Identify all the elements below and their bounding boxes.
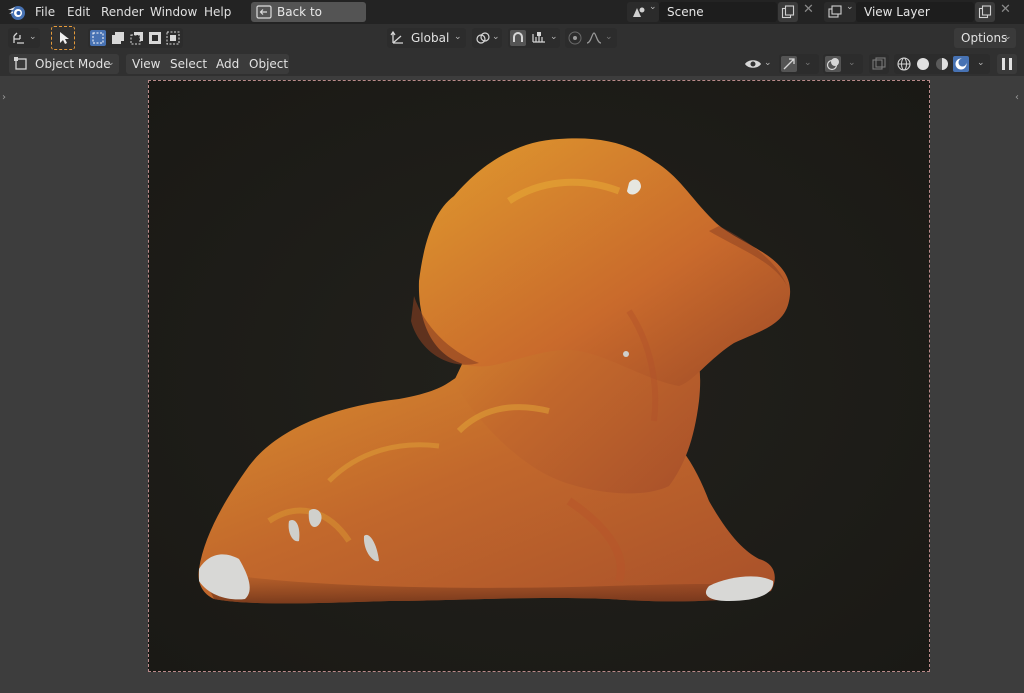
close-x-icon: ✕ [803,2,814,17]
options-label: Options [961,31,1008,45]
editor-type-button[interactable]: ⌄ [8,28,40,48]
menu-render[interactable]: Render [101,0,144,24]
overlay-group: ⌄ [823,54,863,74]
sidebar-expand-arrow-icon[interactable]: ‹ [1015,92,1019,103]
transform-orientation-label: Global [411,31,450,45]
menu-view[interactable]: View [132,54,160,74]
chevron-down-icon: ⌄ [764,58,772,68]
3d-viewport[interactable]: › ‹ [0,76,1024,693]
snap-group: ⌄ [508,28,560,48]
viewport-header: Object Mode ⌄ View Select Add Object ⌄ ⌄… [0,52,1024,76]
object-mode-dropdown[interactable]: Object Mode ⌄ [9,54,119,74]
chevron-down-icon: ⌄ [454,32,462,42]
back-to-previous-button[interactable]: Back to Previous [251,2,366,39]
editor-type-icon [13,32,24,44]
view-layer-browse-button[interactable]: ⌄ [824,2,856,22]
toolbar-expand-arrow-icon[interactable]: › [2,92,6,103]
gizmo-icon[interactable] [781,56,797,72]
rendered-sculpture-image [149,81,929,671]
solid-shading-icon[interactable] [915,56,931,72]
gizmo-group: ⌄ [779,54,819,74]
rendered-shading-icon[interactable] [953,56,969,72]
chevron-down-icon: ⌄ [848,58,856,68]
transform-orientation-icon [390,30,403,44]
object-mode-icon [14,57,27,70]
menu-file[interactable]: File [35,0,55,24]
chevron-down-icon: ⌄ [107,58,115,68]
viewport-menus: View Select Add Object [126,54,289,74]
select-tool-button[interactable] [51,26,75,50]
view-layer-name-field[interactable]: View Layer [856,2,974,22]
select-box-tool-icon [60,32,69,44]
eye-visibility-icon [745,60,761,68]
snap-target-icon[interactable] [531,30,547,46]
blender-logo-icon[interactable] [6,2,28,22]
options-dropdown[interactable]: Options ⌄ [954,28,1016,48]
new-view-layer-button[interactable] [975,2,995,22]
selection-mode-group [88,28,183,48]
new-datablock-icon [781,5,795,19]
xray-icon [872,57,886,70]
select-invert-icon[interactable] [147,30,163,46]
viewport-shading-group: ⌄ [894,54,990,74]
proportional-edit-group: ⌄ [565,28,617,48]
scene-browse-button[interactable]: ⌄ [627,2,659,22]
object-mode-label: Object Mode [35,57,111,71]
menu-add[interactable]: Add [216,54,239,74]
new-datablock-icon [978,5,992,19]
falloff-curve-icon[interactable] [586,30,602,46]
pivot-point-dropdown[interactable]: ⌄ [472,28,502,48]
new-scene-button[interactable] [778,2,798,22]
select-set-icon[interactable] [90,30,106,46]
menu-object[interactable]: Object [249,54,288,74]
pause-render-button[interactable] [997,54,1017,74]
proportional-edit-icon[interactable] [567,30,583,46]
menu-window[interactable]: Window [150,0,197,24]
close-x-icon: ✕ [1000,2,1011,17]
pivot-point-icon [476,32,490,44]
delete-view-layer-button[interactable]: ✕ [996,2,1014,22]
select-subtract-icon[interactable] [129,30,145,46]
tool-settings-bar: ⌄ Global ⌄ ⌄ ⌄ ⌄ Options ⌄ [0,24,1024,52]
view-layer-icon [828,5,842,18]
menu-edit[interactable]: Edit [67,0,90,24]
chevron-down-icon: ⌄ [29,32,37,42]
scene-name-field[interactable]: Scene [659,2,777,22]
chevron-down-icon: ⌄ [804,58,812,68]
overlay-icon[interactable] [825,56,841,72]
chevron-down-icon: ⌄ [492,32,500,42]
scene-icon [633,7,645,17]
camera-render-frame [148,80,930,672]
material-shading-icon[interactable] [934,56,950,72]
chevron-down-icon: ⌄ [846,2,854,12]
back-to-previous-icon [256,5,272,19]
chevron-down-icon: ⌄ [605,32,613,42]
select-intersect-icon[interactable] [165,30,181,46]
chevron-down-icon: ⌄ [1004,32,1012,42]
delete-scene-button[interactable]: ✕ [799,2,817,22]
top-menu-bar: File Edit Render Window Help Back to Pre… [0,0,1024,39]
wireframe-shading-icon[interactable] [896,56,912,72]
menu-help[interactable]: Help [204,0,231,24]
snap-magnet-icon[interactable] [510,30,526,46]
chevron-down-icon: ⌄ [977,58,985,68]
pause-render-icon [1002,58,1012,70]
transform-orientation-dropdown[interactable]: Global ⌄ [387,28,466,48]
visibility-dropdown[interactable]: ⌄ [743,54,774,74]
select-extend-icon[interactable] [110,30,126,46]
chevron-down-icon: ⌄ [550,32,558,42]
menu-select[interactable]: Select [170,54,207,74]
chevron-down-icon: ⌄ [649,2,657,12]
xray-button[interactable] [869,54,889,74]
